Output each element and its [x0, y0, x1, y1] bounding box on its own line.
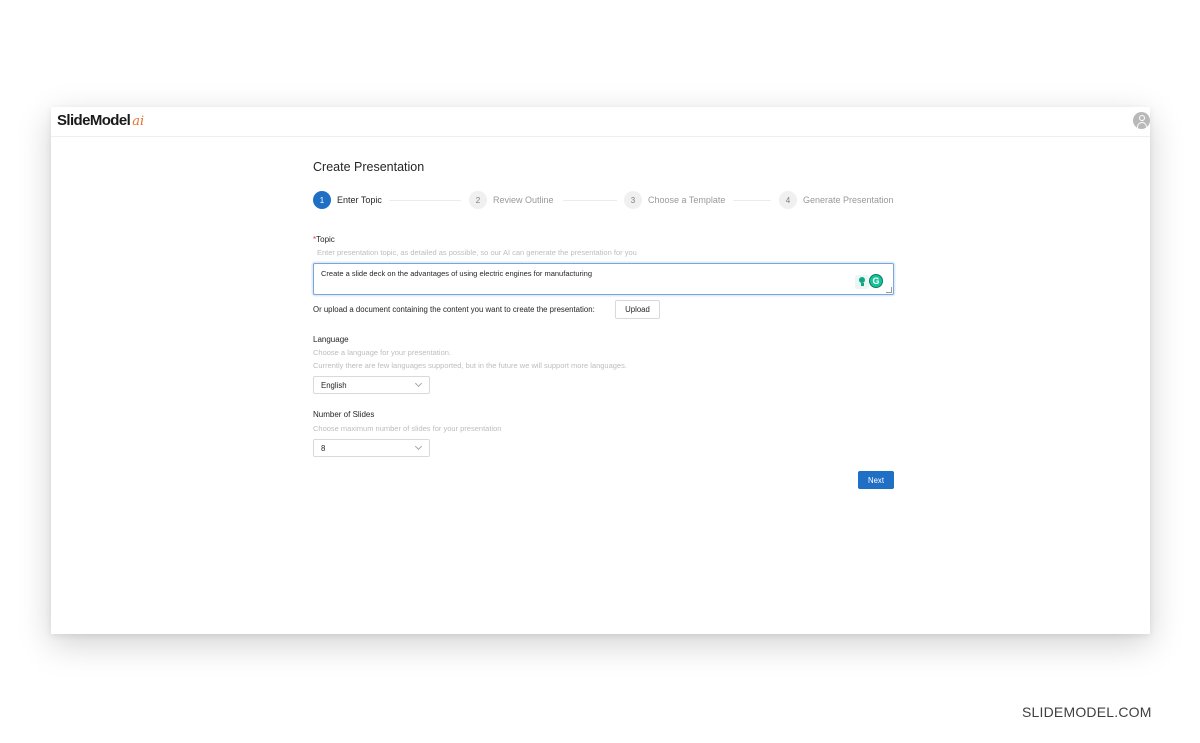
- step-number: 2: [469, 191, 487, 209]
- step-number: 3: [624, 191, 642, 209]
- avatar-head: [1138, 115, 1145, 121]
- slides-helper: Choose maximum number of slides for your…: [313, 424, 502, 433]
- app-window: SlideModel ai Create Presentation 1 Enter…: [51, 107, 1150, 634]
- logo-ai-suffix: ai: [132, 114, 145, 129]
- stepper: 1 Enter Topic 2 Review Outline 3 Choose …: [313, 191, 895, 211]
- step-connector: [563, 200, 617, 201]
- language-selected-value: English: [321, 381, 347, 390]
- topic-input[interactable]: Create a slide deck on the advantages of…: [313, 263, 894, 295]
- resize-handle-icon[interactable]: [886, 287, 892, 293]
- page-title: Create Presentation: [313, 160, 425, 174]
- step-label: Choose a Template: [648, 195, 726, 205]
- language-select[interactable]: English: [313, 376, 430, 394]
- step-choose-template[interactable]: 3 Choose a Template: [624, 191, 725, 209]
- logo[interactable]: SlideModel ai: [57, 112, 144, 129]
- step-label: Enter Topic: [337, 195, 382, 205]
- topic-helper-text: Enter presentation topic, as detailed as…: [317, 248, 637, 257]
- step-connector: [733, 200, 771, 201]
- lightbulb-icon[interactable]: [855, 275, 869, 289]
- step-generate-presentation[interactable]: 4 Generate Presentation: [779, 191, 894, 209]
- step-label: Review Outline: [493, 195, 554, 205]
- slides-label: Number of Slides: [313, 410, 375, 419]
- step-enter-topic[interactable]: 1 Enter Topic: [313, 191, 382, 209]
- language-label: Language: [313, 335, 349, 344]
- slides-selected-value: 8: [321, 444, 326, 453]
- bulb-base: [860, 283, 864, 286]
- step-number: 4: [779, 191, 797, 209]
- step-connector: [389, 200, 461, 201]
- upload-prompt: Or upload a document containing the cont…: [313, 305, 595, 314]
- slides-select[interactable]: 8: [313, 439, 430, 457]
- language-helper-2: Currently there are few languages suppor…: [313, 361, 627, 370]
- language-helper-1: Choose a language for your presentation.: [313, 348, 452, 357]
- avatar-shoulders: [1136, 122, 1147, 129]
- user-icon[interactable]: [1133, 112, 1150, 129]
- upload-button[interactable]: Upload: [615, 300, 660, 319]
- grammarly-icon[interactable]: G: [869, 274, 883, 288]
- step-label: Generate Presentation: [803, 195, 894, 205]
- chevron-down-icon: [414, 442, 423, 451]
- topic-label-text: Topic: [316, 235, 335, 244]
- screenshot-stage: SlideModel ai Create Presentation 1 Enter…: [0, 0, 1200, 743]
- chevron-down-icon: [414, 379, 423, 388]
- step-number: 1: [313, 191, 331, 209]
- step-review-outline[interactable]: 2 Review Outline: [469, 191, 554, 209]
- next-button[interactable]: Next: [858, 471, 894, 489]
- logo-text: SlideModel: [57, 112, 131, 129]
- topic-label: *Topic: [313, 235, 335, 244]
- create-presentation-form: Create Presentation 1 Enter Topic 2 Revi…: [313, 107, 895, 634]
- topic-input-value: Create a slide deck on the advantages of…: [321, 269, 592, 278]
- watermark-text: SLIDEMODEL.COM: [1022, 704, 1152, 720]
